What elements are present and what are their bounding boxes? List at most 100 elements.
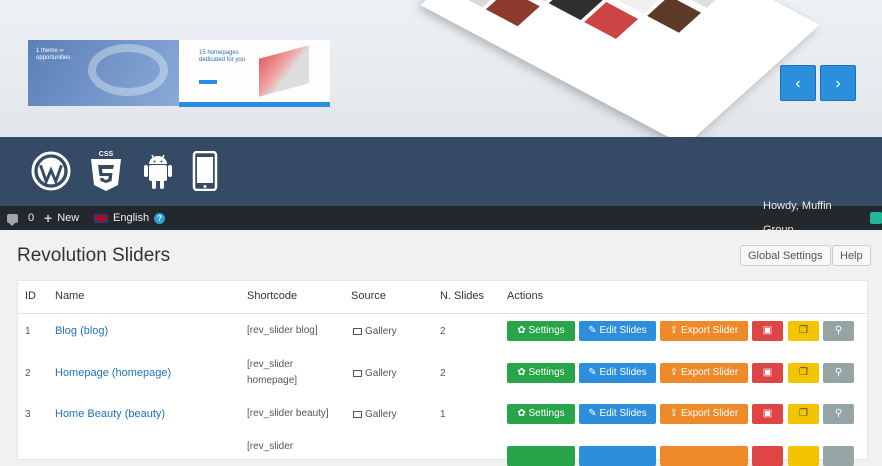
export-slider-button[interactable]: ⇪ Export Slider (660, 363, 748, 383)
duplicate-button[interactable]: ❐ (788, 321, 819, 341)
delete-button[interactable]: ▣ (752, 321, 783, 341)
edit-label: Edit Slides (599, 367, 647, 378)
settings-button[interactable]: ✿ Settings (507, 404, 575, 424)
edit-slides-button[interactable]: ✎ Edit Slides (579, 404, 656, 424)
slider-prev-button[interactable]: ‹ (780, 65, 816, 101)
uk-flag-icon (94, 213, 108, 223)
export-label: Export Slider (680, 325, 739, 336)
trash-icon: ▣ (762, 367, 773, 378)
search-icon: ⚲ (834, 325, 843, 336)
source: Gallery (353, 326, 397, 337)
duplicate-icon: ❐ (799, 325, 808, 336)
source-label: Gallery (365, 326, 397, 337)
thumb1-text: 1 theme ∞ opportunities (36, 48, 71, 61)
slider-name-link[interactable]: Homepage (homepage) (55, 367, 171, 379)
help-button[interactable]: Help (832, 245, 871, 266)
edit-label: Edit Slides (599, 325, 647, 336)
col-header-shortcode: Shortcode (247, 290, 298, 302)
thumb2-text: 15 homepages dedicated for you (199, 50, 246, 63)
css3-label: CSS (98, 151, 114, 158)
row-id: 3 (25, 409, 31, 420)
settings-label: Settings (528, 408, 565, 419)
shortcode: [rev_slider blog] (247, 325, 318, 336)
col-header-id: ID (25, 290, 36, 302)
comments-link[interactable]: 0 (7, 206, 34, 230)
account-menu[interactable]: Howdy, Muffin Group (763, 200, 882, 236)
mobile-icon (192, 151, 218, 191)
css3-icon: CSS (88, 151, 124, 191)
mini-button-graphic (199, 80, 217, 84)
delete-button[interactable]: ▣ (752, 404, 783, 424)
slider-name-link[interactable]: Blog (blog) (55, 325, 108, 337)
settings-label: Settings (528, 325, 565, 336)
export-label: Export Slider (680, 408, 739, 419)
image-icon (353, 370, 362, 377)
swirl-graphic (88, 44, 168, 96)
slide-count: 1 (440, 409, 446, 420)
comments-count: 0 (28, 212, 35, 224)
search-icon: ⚲ (834, 408, 843, 419)
delete-button[interactable]: ▣ (752, 363, 783, 383)
global-settings-button[interactable]: Global Settings (740, 245, 831, 266)
edit-slides-button[interactable]: ✎ Edit Slides (579, 363, 656, 383)
comment-icon (7, 213, 18, 226)
hero-banner: 1 theme ∞ opportunities 15 homepages ded… (0, 0, 882, 137)
duplicate-icon: ❐ (799, 408, 808, 419)
image-icon (353, 328, 362, 335)
duplicate-button[interactable]: ❐ (788, 363, 819, 383)
greeting-text: Howdy, Muffin Group (763, 200, 832, 236)
export-label: Export Slider (680, 367, 739, 378)
settings-label: Settings (528, 367, 565, 378)
export-slider-button[interactable] (660, 446, 748, 466)
avatar (870, 212, 882, 224)
col-header-slides: N. Slides (440, 290, 485, 302)
preview-button[interactable] (823, 446, 854, 466)
wordpress-icon (31, 151, 71, 191)
export-slider-button[interactable]: ⇪ Export Slider (660, 321, 748, 341)
edit-slides-button[interactable]: ✎ Edit Slides (579, 321, 656, 341)
android-icon (144, 154, 172, 189)
duplicate-icon: ❐ (799, 367, 808, 378)
source: Gallery (353, 409, 397, 420)
row-id: 2 (25, 368, 31, 379)
slider-next-button[interactable]: › (820, 65, 856, 101)
export-slider-button[interactable]: ⇪ Export Slider (660, 404, 748, 424)
delete-button[interactable] (752, 446, 783, 466)
slide-thumbnail-2[interactable]: 15 homepages dedicated for you (179, 40, 330, 107)
slider-name-link[interactable]: Home Beauty (beauty) (55, 408, 165, 420)
edit-slides-button[interactable] (579, 446, 656, 466)
col-header-name: Name (55, 290, 85, 302)
search-icon: ⚲ (834, 367, 843, 378)
plus-icon: + (44, 210, 53, 226)
slide-count: 2 (440, 326, 446, 337)
image-icon (353, 411, 362, 418)
preview-button[interactable]: ⚲ (823, 363, 854, 383)
trash-icon: ▣ (762, 325, 773, 336)
col-header-actions: Actions (507, 290, 544, 302)
slide-thumbnail-1[interactable]: 1 theme ∞ opportunities (28, 40, 179, 106)
settings-button[interactable]: ✿ Settings (507, 321, 575, 341)
settings-button[interactable] (507, 446, 575, 466)
new-label: New (57, 212, 80, 224)
duplicate-button[interactable] (788, 446, 819, 466)
row-id: 1 (25, 326, 31, 337)
col-header-source: Source (351, 290, 386, 302)
preview-button[interactable]: ⚲ (823, 404, 854, 424)
language-switcher[interactable]: English ? (94, 206, 166, 230)
shortcode: [rev_slider (247, 441, 294, 452)
preview-button[interactable]: ⚲ (823, 321, 854, 341)
duplicate-button[interactable]: ❐ (788, 404, 819, 424)
slide-count: 2 (440, 368, 446, 379)
help-icon[interactable]: ? (154, 212, 166, 224)
settings-button[interactable]: ✿ Settings (507, 363, 575, 383)
header-divider (18, 313, 867, 314)
page-title: Revolution Sliders (17, 245, 171, 266)
source-label: Gallery (365, 409, 397, 420)
mini-mosaic-graphic (259, 45, 309, 97)
css3-shield (91, 159, 121, 191)
mosaic-graphic (420, 0, 820, 137)
platform-band: CSS (0, 137, 882, 206)
language-label: English (113, 212, 150, 224)
wp-admin-bar: 0 + New English ? Howdy, Muffin Group (0, 200, 882, 236)
new-content-link[interactable]: + New (44, 206, 79, 230)
